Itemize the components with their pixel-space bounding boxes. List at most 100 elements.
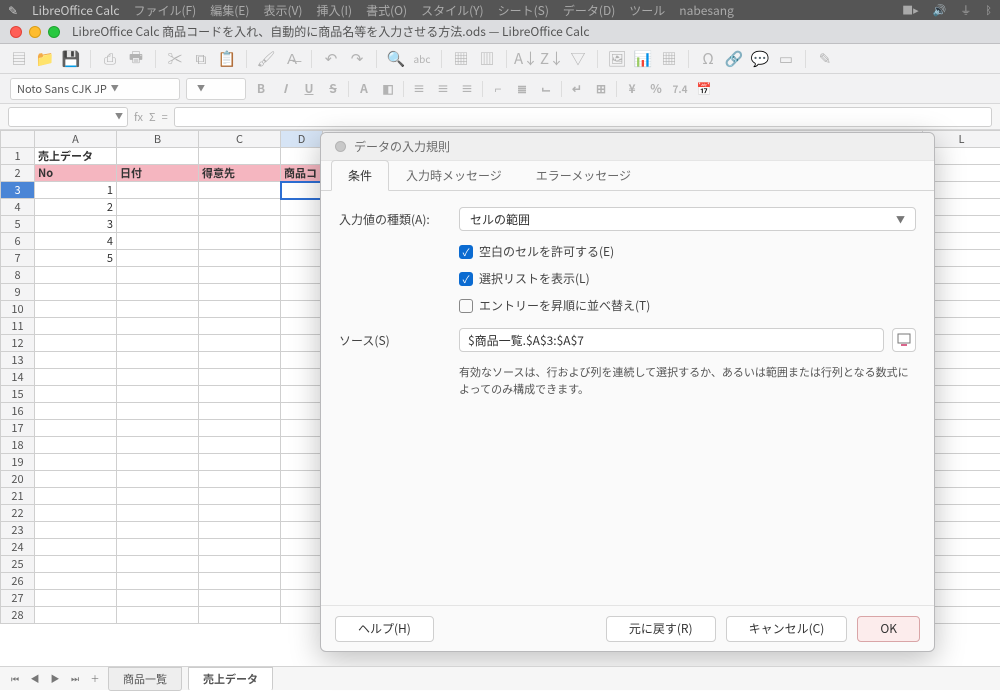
show-list-checkbox[interactable]: ✓ [459, 272, 473, 286]
row-header[interactable]: 6 [1, 233, 35, 250]
cell[interactable]: 5 [35, 250, 117, 267]
active-cell[interactable] [281, 182, 323, 199]
row-header[interactable]: 14 [1, 369, 35, 386]
align-middle-button[interactable]: ≣ [513, 80, 531, 98]
row-header[interactable]: 4 [1, 199, 35, 216]
row-header[interactable]: 18 [1, 437, 35, 454]
find-icon[interactable]: 🔍 [387, 50, 405, 68]
menu-edit[interactable]: 編集(E) [210, 2, 249, 19]
col-header-b[interactable]: B [117, 131, 199, 148]
autofilter-icon[interactable]: ▽ [569, 50, 587, 68]
menu-insert[interactable]: 挿入(I) [316, 2, 352, 19]
font-name-combo[interactable]: Noto Sans CJK JP ▼ [10, 78, 180, 100]
sheet-tab-sales[interactable]: 売上データ [188, 667, 273, 691]
dialog-close-icon[interactable] [335, 141, 346, 152]
col-icon[interactable]: ▥ [478, 50, 496, 68]
last-sheet-button[interactable]: ⏭ [68, 672, 82, 686]
reset-button[interactable]: 元に戻す(R) [606, 616, 716, 642]
row-header[interactable]: 25 [1, 556, 35, 573]
percent-button[interactable]: % [647, 80, 665, 98]
row-header[interactable]: 10 [1, 301, 35, 318]
special-char-icon[interactable]: Ω [699, 50, 717, 68]
headers-footers-icon[interactable]: ▭ [777, 50, 795, 68]
hyperlink-icon[interactable]: 🔗 [725, 50, 743, 68]
shrink-reference-button[interactable] [892, 328, 916, 352]
row-header[interactable]: 5 [1, 216, 35, 233]
spellcheck-icon[interactable]: abc [413, 50, 431, 68]
row-header[interactable]: 7 [1, 250, 35, 267]
allow-blank-checkbox[interactable]: ✓ [459, 245, 473, 259]
row-header[interactable]: 17 [1, 420, 35, 437]
add-sheet-button[interactable]: ＋ [88, 672, 102, 686]
row-header[interactable]: 8 [1, 267, 35, 284]
menu-file[interactable]: ファイル(F) [134, 2, 197, 19]
row-header[interactable]: 2 [1, 165, 35, 182]
row-header[interactable]: 22 [1, 505, 35, 522]
menu-tools[interactable]: ツール [629, 2, 665, 19]
formula-input[interactable] [174, 107, 992, 127]
menu-style[interactable]: スタイル(Y) [421, 2, 484, 19]
row-header-selected[interactable]: 3 [1, 182, 35, 199]
cell[interactable]: 得意先 [199, 165, 281, 182]
underline-button[interactable]: U [300, 80, 318, 98]
comment-icon[interactable]: 💬 [751, 50, 769, 68]
date-button[interactable]: 📅 [695, 80, 713, 98]
row-header[interactable]: 1 [1, 148, 35, 165]
currency-button[interactable]: ¥ [623, 80, 641, 98]
sort-asc-checkbox[interactable] [459, 299, 473, 313]
col-header-d[interactable]: D [281, 131, 323, 148]
image-icon[interactable]: 🖼 [608, 50, 626, 68]
sort-desc-icon[interactable]: Z↓ [543, 50, 561, 68]
highlight-color-button[interactable]: ◧ [379, 80, 397, 98]
align-left-button[interactable]: ≡ [410, 80, 428, 98]
chart-icon[interactable]: 📊 [634, 50, 652, 68]
tab-input-help[interactable]: 入力時メッセージ [389, 160, 519, 190]
merge-cells-button[interactable]: ⊞ [592, 80, 610, 98]
redo-icon[interactable]: ↷ [348, 50, 366, 68]
row-icon[interactable]: ▦ [452, 50, 470, 68]
row-header[interactable]: 11 [1, 318, 35, 335]
dialog-titlebar[interactable]: データの入力規則 [321, 133, 934, 161]
row-header[interactable]: 15 [1, 386, 35, 403]
menu-data[interactable]: データ(D) [563, 2, 615, 19]
export-pdf-icon[interactable]: ⎙ [101, 50, 119, 68]
print-icon[interactable]: 🖶 [127, 50, 145, 68]
cell[interactable]: 商品コ [281, 165, 323, 182]
cancel-button[interactable]: キャンセル(C) [726, 616, 848, 642]
undo-icon[interactable]: ↶ [322, 50, 340, 68]
bold-button[interactable]: B [252, 80, 270, 98]
open-icon[interactable]: 📁 [36, 50, 54, 68]
col-header-c[interactable]: C [199, 131, 281, 148]
row-header[interactable]: 23 [1, 522, 35, 539]
number-button[interactable]: 7.4 [671, 80, 689, 98]
save-icon[interactable]: 💾 [62, 50, 80, 68]
menu-view[interactable]: 表示(V) [263, 2, 302, 19]
strikethrough-button[interactable]: S [324, 80, 342, 98]
menu-format[interactable]: 書式(O) [366, 2, 407, 19]
tab-criteria[interactable]: 条件 [331, 160, 389, 191]
row-header[interactable]: 27 [1, 590, 35, 607]
cell[interactable] [117, 182, 199, 199]
cell[interactable]: 4 [35, 233, 117, 250]
cell[interactable]: 2 [35, 199, 117, 216]
sort-asc-icon[interactable]: A↓ [517, 50, 535, 68]
name-box[interactable]: ▼ [8, 107, 128, 127]
row-header[interactable]: 26 [1, 573, 35, 590]
wrap-text-button[interactable]: ↵ [568, 80, 586, 98]
first-sheet-button[interactable]: ⏮ [8, 672, 22, 686]
row-header[interactable]: 13 [1, 352, 35, 369]
sheet-tab-products[interactable]: 商品一覧 [108, 667, 182, 691]
font-size-combo[interactable]: ▼ [186, 78, 246, 100]
cell[interactable]: No [35, 165, 117, 182]
align-right-button[interactable]: ≡ [458, 80, 476, 98]
prev-sheet-button[interactable]: ◀ [28, 672, 42, 686]
clear-format-icon[interactable]: A̶ [283, 50, 301, 68]
pivot-icon[interactable]: ▦ [660, 50, 678, 68]
cell[interactable]: 1 [35, 182, 117, 199]
row-header[interactable]: 28 [1, 607, 35, 624]
source-input[interactable]: $商品一覧.$A$3:$A$7 [459, 328, 884, 352]
corner-cell[interactable] [1, 131, 35, 148]
menu-sheet[interactable]: シート(S) [498, 2, 549, 19]
sum-button[interactable]: Σ [149, 109, 156, 125]
row-header[interactable]: 12 [1, 335, 35, 352]
